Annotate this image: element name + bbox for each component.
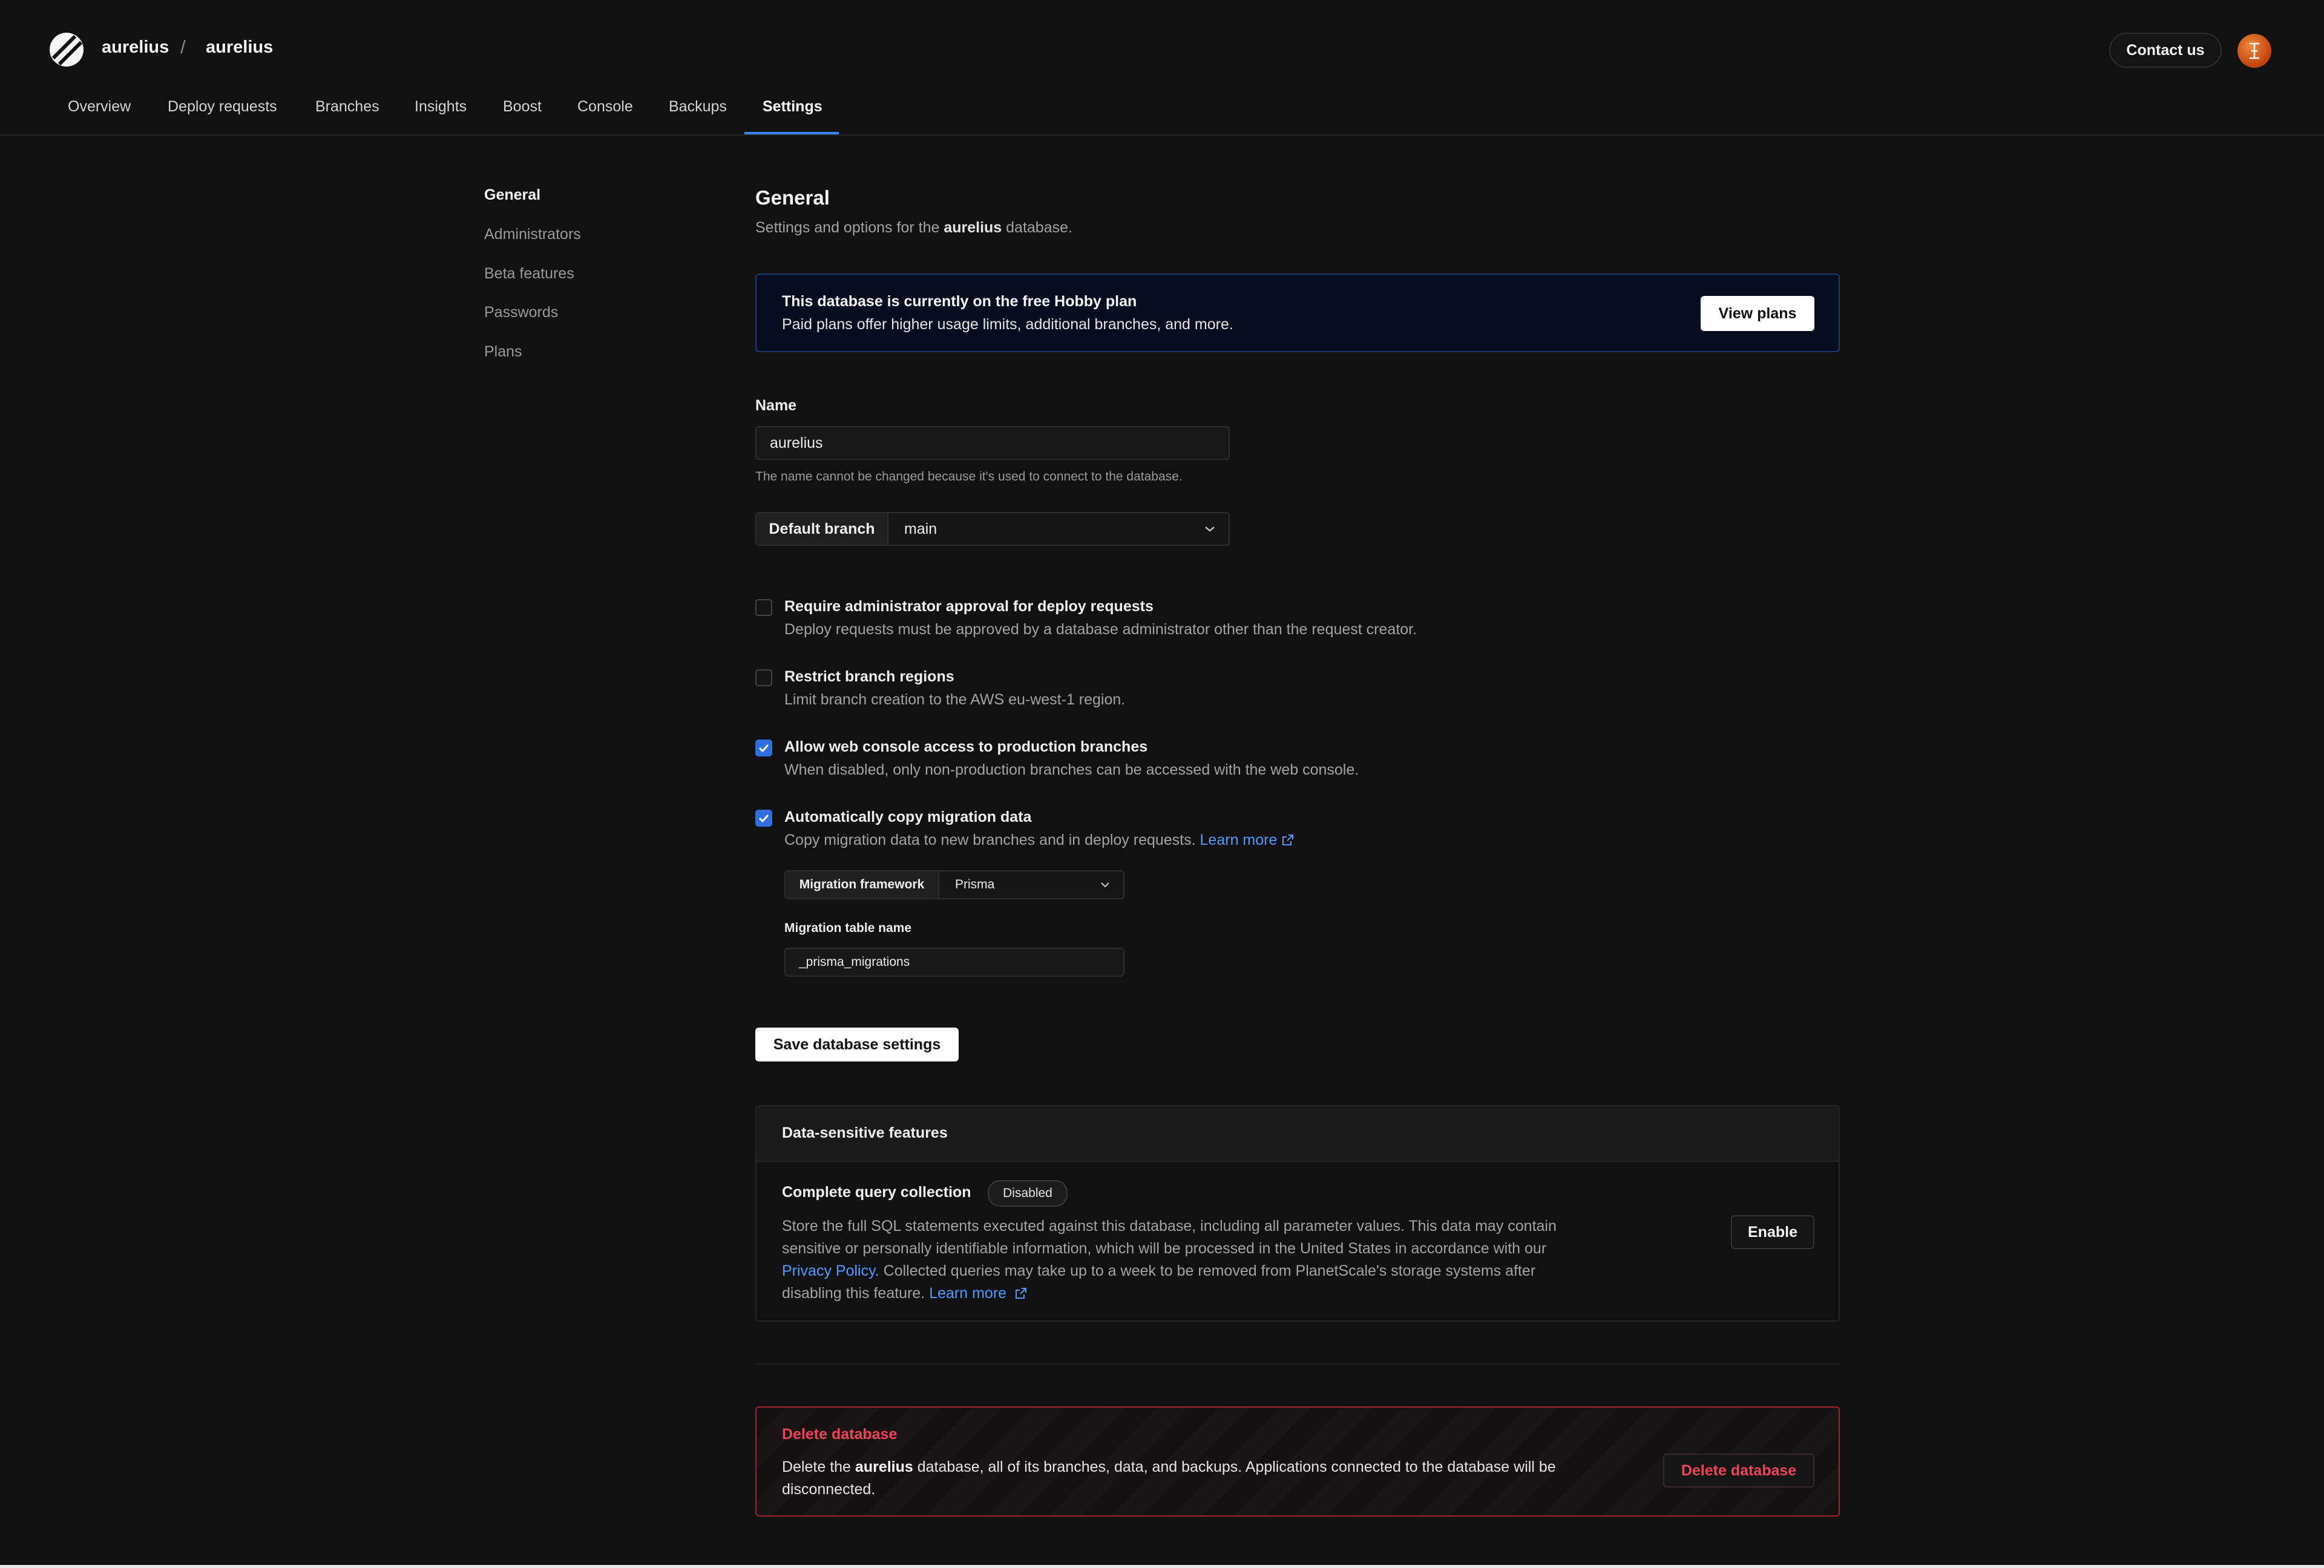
breadcrumb-separator: / xyxy=(180,36,186,57)
sidebar-item-general[interactable]: General xyxy=(484,186,540,204)
enable-button[interactable]: Enable xyxy=(1731,1215,1814,1249)
tab-settings[interactable]: Settings xyxy=(763,98,822,116)
breadcrumb-database[interactable]: aurelius xyxy=(206,38,273,57)
tab-console[interactable]: Console xyxy=(577,98,633,116)
tab-boost[interactable]: Boost xyxy=(503,98,542,116)
migration-table-input[interactable]: _prisma_migrations xyxy=(784,948,1124,977)
delete-database-button[interactable]: Delete database xyxy=(1663,1454,1814,1488)
delete-database-panel: Delete database Delete the aurelius data… xyxy=(755,1406,1840,1517)
name-label: Name xyxy=(755,397,797,414)
text-cursor-icon xyxy=(2249,42,2260,59)
name-input[interactable]: aurelius xyxy=(755,426,1230,460)
status-badge: Disabled xyxy=(988,1180,1068,1207)
save-database-settings-button[interactable]: Save database settings xyxy=(755,1028,959,1061)
banner-title: This database is currently on the free H… xyxy=(782,293,1137,310)
tab-backups[interactable]: Backups xyxy=(669,98,727,116)
option-title: Allow web console access to production b… xyxy=(784,738,1148,755)
chevron-down-icon xyxy=(1100,871,1123,898)
option-description: Limit branch creation to the AWS eu-west… xyxy=(784,691,1126,708)
migration-framework-label: Migration framework xyxy=(786,871,939,898)
sidebar-item-beta-features[interactable]: Beta features xyxy=(484,265,574,283)
name-hint: The name cannot be changed because it's … xyxy=(755,470,1183,484)
learn-more-link[interactable]: Learn more xyxy=(929,1285,1006,1302)
danger-title: Delete database xyxy=(782,1426,898,1443)
privacy-policy-link[interactable]: Privacy Policy xyxy=(782,1262,875,1279)
approval-checkbox[interactable] xyxy=(755,599,772,616)
migration-framework-value: Prisma xyxy=(955,877,995,891)
panel-header: Data-sensitive features xyxy=(757,1106,1839,1162)
contact-us-button[interactable]: Contact us xyxy=(2109,33,2222,68)
active-tab-indicator xyxy=(744,132,839,134)
panel-title: Data-sensitive features xyxy=(782,1124,948,1141)
migration-table-label: Migration table name xyxy=(784,921,912,935)
hobby-plan-banner: This database is currently on the free H… xyxy=(755,274,1840,352)
breadcrumb-org[interactable]: aurelius xyxy=(102,38,169,57)
copy-migration-checkbox[interactable] xyxy=(755,810,772,827)
option-description: Deploy requests must be approved by a da… xyxy=(784,621,1417,638)
view-plans-button[interactable]: View plans xyxy=(1701,296,1814,331)
page-subtitle: Settings and options for the aurelius da… xyxy=(755,219,1072,236)
default-branch-select[interactable]: Default branch main xyxy=(755,512,1230,546)
chevron-down-icon xyxy=(1204,513,1229,545)
external-link-icon xyxy=(1016,1288,1027,1299)
option-title: Automatically copy migration data xyxy=(784,809,1032,825)
tab-overview[interactable]: Overview xyxy=(68,98,131,116)
option-description: Copy migration data to new branches and … xyxy=(784,832,1295,849)
restrict-regions-checkbox[interactable] xyxy=(755,669,772,686)
option-title: Require administrator approval for deplo… xyxy=(784,598,1154,615)
planetscale-logo-icon[interactable] xyxy=(48,31,85,68)
option-description: When disabled, only non-production branc… xyxy=(784,761,1359,778)
web-console-checkbox[interactable] xyxy=(755,740,772,756)
option-title: Restrict branch regions xyxy=(784,668,954,685)
danger-text: Delete the aurelius database, all of its… xyxy=(782,1458,1556,1498)
checkmark-icon xyxy=(758,744,769,752)
user-avatar[interactable] xyxy=(2237,34,2271,68)
migration-framework-select[interactable]: Migration framework Prisma xyxy=(784,870,1124,899)
learn-more-link[interactable]: Learn more xyxy=(1200,832,1278,848)
data-sensitive-panel: Data-sensitive features Complete query c… xyxy=(755,1105,1840,1322)
tab-deploy-requests[interactable]: Deploy requests xyxy=(168,98,277,116)
page-title: General xyxy=(755,186,830,209)
default-branch-value: main xyxy=(904,520,937,537)
sidebar-item-plans[interactable]: Plans xyxy=(484,343,522,361)
external-link-icon xyxy=(1282,835,1294,845)
default-branch-label: Default branch xyxy=(757,513,888,545)
feature-description: Store the full SQL statements executed a… xyxy=(782,1218,1557,1302)
feature-title: Complete query collection xyxy=(782,1184,971,1201)
window-bottom-edge xyxy=(0,1565,2324,1568)
checkmark-icon xyxy=(758,814,769,822)
banner-text: Paid plans offer higher usage limits, ad… xyxy=(782,316,1233,333)
tab-branches[interactable]: Branches xyxy=(315,98,379,116)
sidebar-item-administrators[interactable]: Administrators xyxy=(484,226,581,243)
sidebar-item-passwords[interactable]: Passwords xyxy=(484,304,558,321)
section-divider xyxy=(755,1363,1840,1365)
tab-insights[interactable]: Insights xyxy=(415,98,467,116)
